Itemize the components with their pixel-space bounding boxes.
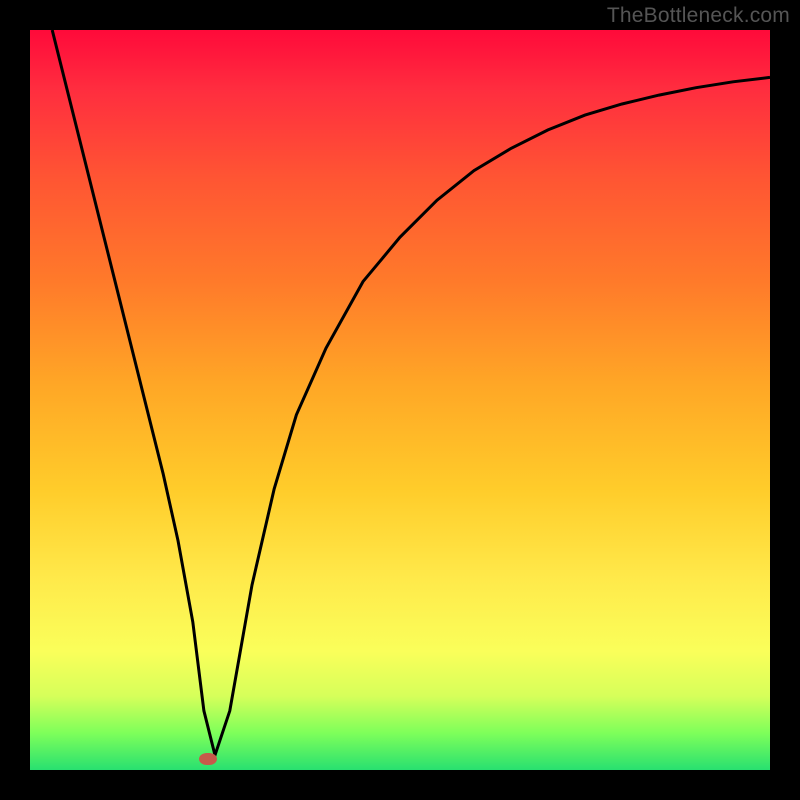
curve-layer (30, 30, 770, 770)
bottleneck-curve (52, 30, 770, 755)
optimal-point-marker (199, 753, 217, 765)
plot-area (30, 30, 770, 770)
watermark-text: TheBottleneck.com (607, 4, 790, 28)
chart-frame: TheBottleneck.com (0, 0, 800, 800)
